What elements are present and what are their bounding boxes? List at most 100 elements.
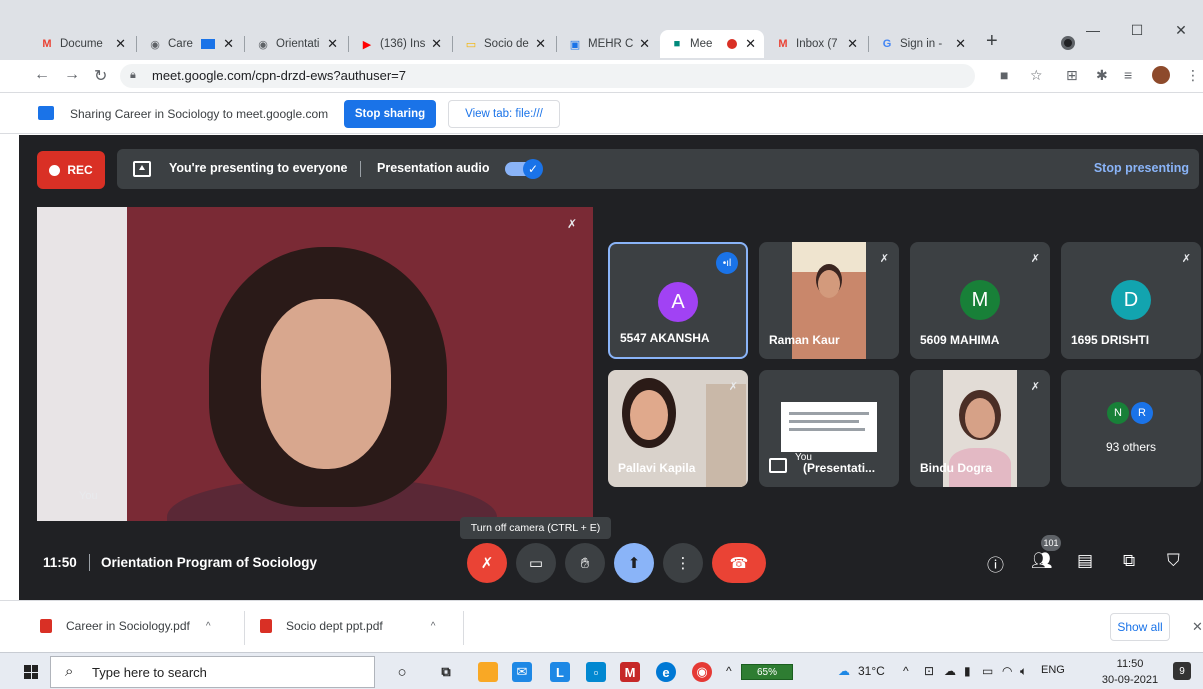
apps-grid-icon[interactable]: ⊞: [1066, 67, 1078, 84]
presentation-audio-toggle[interactable]: ✓: [505, 159, 543, 179]
presentation-tile[interactable]: You (Presentati...: [759, 370, 899, 487]
clock-date: 30-09-2021: [1101, 674, 1159, 686]
mic-toggle-button[interactable]: ✗: [467, 543, 507, 583]
others-tile[interactable]: N R 93 others: [1061, 370, 1201, 487]
close-tab-icon[interactable]: ✕: [115, 36, 126, 52]
maximize-icon[interactable]: ☐: [1115, 22, 1159, 39]
close-tab-icon[interactable]: ✕: [431, 36, 442, 52]
close-tab-icon[interactable]: ✕: [223, 36, 234, 52]
close-tab-icon[interactable]: ✕: [639, 36, 650, 52]
chevron-up-icon[interactable]: ^: [206, 621, 211, 632]
tab-sign-in[interactable]: G Sign in - ✕: [870, 30, 974, 58]
tab-career[interactable]: ◉ Care ✕: [138, 30, 242, 58]
divider: [244, 611, 245, 645]
taskbar-search-box[interactable]: ⌕ Type here to search: [50, 656, 375, 688]
chevron-up-icon[interactable]: ^: [431, 621, 436, 632]
close-tab-icon[interactable]: ✕: [327, 36, 338, 52]
edge-icon[interactable]: e: [656, 662, 676, 682]
more-options-button[interactable]: ⋮: [663, 543, 703, 583]
volume-icon[interactable]: 🔈︎: [1020, 664, 1027, 679]
close-window-icon[interactable]: ✕: [1159, 22, 1203, 39]
bookmark-star-icon[interactable]: ☆: [1030, 67, 1043, 84]
participant-tile[interactable]: ✗ Raman Kaur: [759, 242, 899, 359]
app-icon[interactable]: ▫: [586, 662, 606, 682]
chevron-up-icon[interactable]: ^: [903, 664, 909, 678]
tray-app-icon[interactable]: ⊡: [924, 664, 934, 678]
participant-tile[interactable]: ✗ D 1695 DRISHTI: [1061, 242, 1201, 359]
people-icon[interactable]: 👥︎: [1031, 551, 1053, 571]
close-tab-icon[interactable]: ✕: [955, 36, 966, 52]
close-tab-icon[interactable]: ✕: [847, 36, 858, 52]
close-download-bar-icon[interactable]: ✕: [1192, 619, 1203, 635]
host-controls-icon[interactable]: ⛉: [1167, 551, 1180, 571]
menu-kebab-icon[interactable]: ⋮: [1186, 67, 1200, 84]
weather-icon[interactable]: ☁: [838, 664, 850, 678]
onedrive-icon[interactable]: ☁: [944, 664, 956, 678]
present-now-button[interactable]: ⬆: [614, 543, 654, 583]
extensions-icon[interactable]: ✱: [1096, 67, 1108, 84]
gmail-icon: M: [42, 38, 52, 50]
self-label: You: [79, 490, 98, 502]
avatar: M: [960, 280, 1000, 320]
tab-meet[interactable]: ■ Mee ✕: [660, 30, 764, 58]
mic-tray-icon[interactable]: ▮: [964, 664, 971, 678]
mic-off-icon: ✗: [480, 555, 494, 572]
meeting-details-icon[interactable]: ⓘ: [987, 551, 1004, 576]
mic-muted-icon: ✗: [1030, 253, 1040, 265]
mic-muted-icon: ✗: [728, 381, 738, 393]
back-icon[interactable]: ←: [34, 66, 50, 84]
battery-tray-icon[interactable]: ▭: [982, 664, 993, 678]
chevron-up-icon[interactable]: ^: [726, 664, 732, 678]
profile-avatar-icon[interactable]: [1152, 66, 1170, 84]
file-explorer-icon[interactable]: [478, 662, 498, 682]
cortana-icon[interactable]: ○: [392, 662, 412, 682]
mail-icon[interactable]: ✉: [512, 662, 532, 682]
tab-inbox[interactable]: M Inbox (7 ✕: [766, 30, 866, 58]
tab-divider: [452, 36, 453, 52]
raise-hand-button[interactable]: ✋︎: [565, 543, 605, 583]
participant-tile[interactable]: ✗ M 5609 MAHIMA: [910, 242, 1050, 359]
battery-indicator[interactable]: 65%: [741, 664, 793, 680]
chrome-icon: ◉: [150, 38, 160, 51]
task-view-icon[interactable]: ⧉: [436, 662, 456, 682]
tab-instagram[interactable]: ▶ (136) Ins ✕: [350, 30, 450, 58]
tab-mehr[interactable]: ▣ MEHR C ✕: [558, 30, 658, 58]
wifi-icon[interactable]: ◠: [1002, 664, 1012, 678]
camera-in-use-icon[interactable]: ■: [1000, 67, 1008, 83]
tab-socio-dept[interactable]: ▭ Socio de ✕: [454, 30, 554, 58]
new-tab-button[interactable]: +: [986, 30, 998, 53]
window-controls: — ☐ ✕: [1071, 22, 1203, 39]
store-icon[interactable]: L: [550, 662, 570, 682]
chrome-icon[interactable]: ◉: [692, 662, 712, 682]
participant-tile[interactable]: ✗ Pallavi Kapila: [608, 370, 748, 487]
leave-call-button[interactable]: ☎: [712, 543, 766, 583]
notification-center-icon[interactable]: 9: [1173, 662, 1191, 680]
windows-start-icon[interactable]: [24, 665, 38, 679]
download-item[interactable]: Career in Sociology.pdf ^: [40, 619, 211, 633]
reading-list-icon[interactable]: ≡: [1124, 67, 1132, 83]
language-indicator[interactable]: ENG: [1041, 664, 1065, 676]
reload-icon[interactable]: ↻: [94, 66, 107, 86]
stop-presenting-button[interactable]: Stop presenting: [1094, 161, 1189, 175]
close-tab-icon[interactable]: ✕: [535, 36, 546, 52]
recording-badge[interactable]: REC: [37, 151, 105, 189]
close-tab-icon[interactable]: ✕: [745, 36, 756, 52]
more-vert-icon: ⋮: [675, 555, 691, 572]
taskbar-clock[interactable]: 11:50 30-09-2021: [1095, 656, 1165, 688]
participant-tile[interactable]: ✗ Bindu Dogra: [910, 370, 1050, 487]
chat-icon[interactable]: ▤: [1077, 551, 1093, 571]
show-all-downloads-button[interactable]: Show all: [1110, 613, 1170, 641]
tab-document[interactable]: M Docume ✕: [30, 30, 134, 58]
stop-sharing-button[interactable]: Stop sharing: [344, 100, 436, 128]
minimize-icon[interactable]: —: [1071, 22, 1115, 39]
mcafee-icon[interactable]: M: [620, 662, 640, 682]
forward-icon[interactable]: →: [64, 66, 80, 84]
temperature[interactable]: 31°C: [858, 664, 885, 678]
participant-tile[interactable]: •ıl A 5547 AKANSHA: [608, 242, 748, 359]
camera-toggle-button[interactable]: ▭: [516, 543, 556, 583]
activities-icon[interactable]: ⧉: [1123, 551, 1135, 571]
tab-orientation[interactable]: ◉ Orientati ✕: [246, 30, 346, 58]
view-tab-button[interactable]: View tab: file:///: [448, 100, 560, 128]
download-item[interactable]: Socio dept ppt.pdf ^: [260, 619, 435, 633]
url-bar[interactable]: 🔒︎ meet.google.com/cpn-drzd-ews?authuser…: [120, 64, 975, 88]
